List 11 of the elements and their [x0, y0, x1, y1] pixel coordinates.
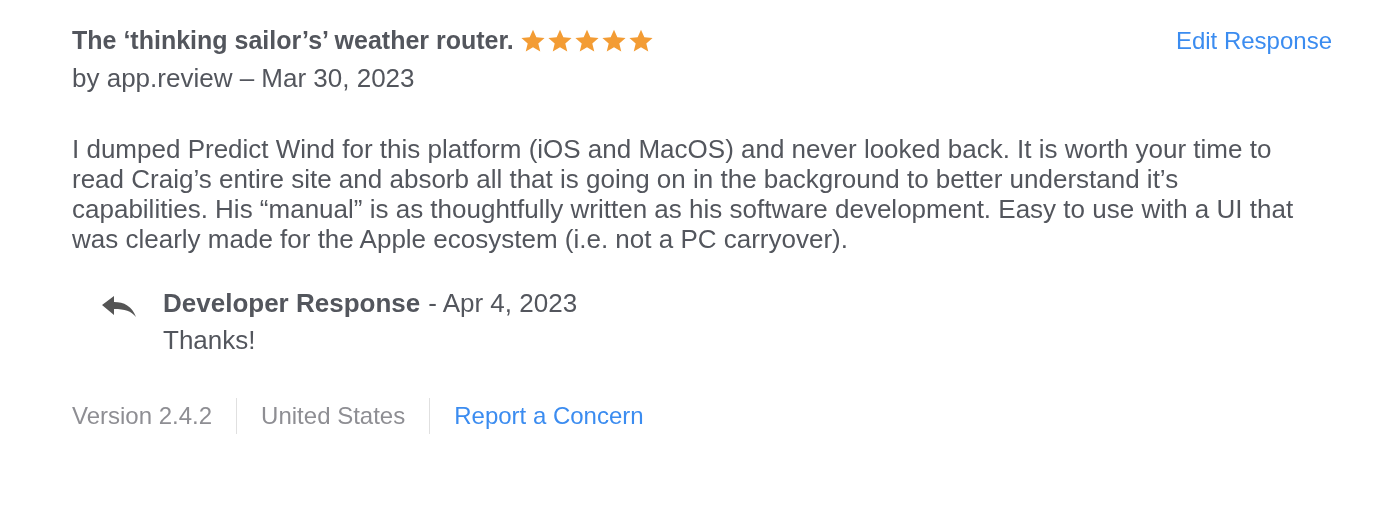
review-title: The ‘thinking sailor’s’ weather router.	[72, 26, 514, 55]
review-byline: by app.review – Mar 30, 2023	[72, 63, 416, 94]
review-text: I dumped Predict Wind for this platform (iOS and MacOS) and never looked back. It is worth your time to read Craig’s entire site and absorb all that is going on in the background to better understand it’s capabilities. His “manual” is as thoughtfully written as his software development. Easy to use with a UI that was clearly made for the Apple ecosystem (i.e. not a PC carryover).	[72, 134, 1295, 254]
response-heading: Developer Response	[163, 288, 421, 318]
edit-response-link[interactable]: Edit Response	[1175, 26, 1332, 55]
country-label: United States	[261, 402, 406, 430]
response-date: - Apr 4, 2023	[428, 288, 578, 318]
report-concern-link[interactable]: Report a Concern	[454, 402, 644, 430]
reply-arrow-icon	[102, 296, 136, 318]
version-label: Version 2.4.2	[72, 402, 213, 430]
response-text: Thanks!	[163, 325, 257, 356]
